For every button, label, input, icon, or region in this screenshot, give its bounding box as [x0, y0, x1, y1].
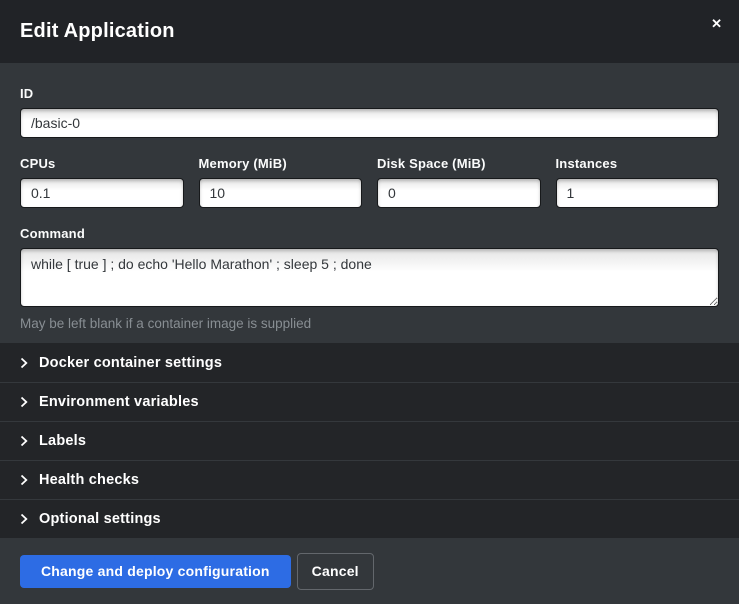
- change-and-deploy-button[interactable]: Change and deploy configuration: [20, 555, 291, 588]
- section-label: Health checks: [39, 472, 139, 488]
- section-health-checks[interactable]: Health checks: [0, 460, 739, 499]
- id-field-group: ID: [20, 86, 719, 138]
- instances-label: Instances: [556, 156, 720, 171]
- section-docker-container-settings[interactable]: Docker container settings: [0, 343, 739, 382]
- command-field-group: Command while [ true ] ; do echo 'Hello …: [20, 226, 719, 331]
- command-textarea[interactable]: while [ true ] ; do echo 'Hello Marathon…: [20, 248, 719, 307]
- section-label: Environment variables: [39, 394, 199, 410]
- section-optional-settings[interactable]: Optional settings: [0, 499, 739, 538]
- command-label: Command: [20, 226, 719, 241]
- chevron-right-icon: [20, 474, 28, 486]
- disk-input[interactable]: [377, 178, 541, 208]
- edit-application-modal: Edit Application ✕ ID CPUs Memory (MiB) …: [0, 0, 739, 599]
- memory-label: Memory (MiB): [199, 156, 363, 171]
- instances-input[interactable]: [556, 178, 720, 208]
- modal-title: Edit Application: [20, 20, 175, 43]
- section-label: Docker container settings: [39, 355, 222, 371]
- section-environment-variables[interactable]: Environment variables: [0, 382, 739, 421]
- disk-field-group: Disk Space (MiB): [377, 156, 541, 208]
- memory-field-group: Memory (MiB): [199, 156, 363, 208]
- chevron-right-icon: [20, 396, 28, 408]
- section-label: Labels: [39, 433, 86, 449]
- application-form: ID CPUs Memory (MiB) Disk Space (MiB) In…: [0, 63, 739, 343]
- disk-label: Disk Space (MiB): [377, 156, 541, 171]
- cpus-input[interactable]: [20, 178, 184, 208]
- cpus-field-group: CPUs: [20, 156, 184, 208]
- command-help-text: May be left blank if a container image i…: [20, 316, 719, 331]
- instances-field-group: Instances: [556, 156, 720, 208]
- memory-input[interactable]: [199, 178, 363, 208]
- modal-footer: Change and deploy configuration Cancel: [0, 538, 739, 604]
- chevron-right-icon: [20, 357, 28, 369]
- id-label: ID: [20, 86, 719, 101]
- cpus-label: CPUs: [20, 156, 184, 171]
- id-input[interactable]: [20, 108, 719, 138]
- section-label: Optional settings: [39, 511, 161, 527]
- chevron-right-icon: [20, 435, 28, 447]
- section-labels[interactable]: Labels: [0, 421, 739, 460]
- modal-header: Edit Application ✕: [0, 0, 739, 63]
- collapsible-sections: Docker container settings Environment va…: [0, 343, 739, 538]
- cancel-button[interactable]: Cancel: [297, 553, 374, 590]
- resources-row: CPUs Memory (MiB) Disk Space (MiB) Insta…: [20, 156, 719, 208]
- close-icon[interactable]: ✕: [708, 14, 725, 33]
- chevron-right-icon: [20, 513, 28, 525]
